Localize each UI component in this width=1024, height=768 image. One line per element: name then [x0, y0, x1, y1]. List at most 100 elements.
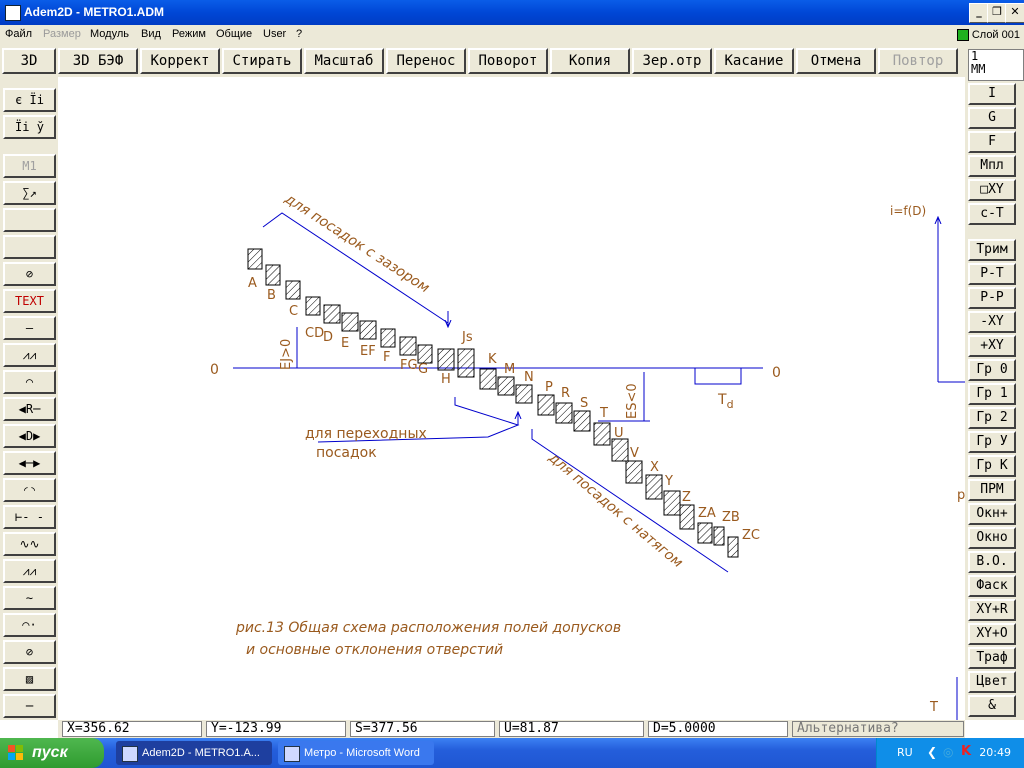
tool-axis[interactable]: ⊢- -: [3, 505, 56, 529]
deviation-letter: F: [383, 350, 390, 365]
tray-antivirus-icon[interactable]: K: [961, 744, 971, 759]
tool-sum-arrow[interactable]: ∑↗: [3, 181, 56, 205]
tolerance-field: [285, 280, 301, 300]
maximize-button[interactable]: ❐: [987, 3, 1007, 23]
deviation-letter: U: [614, 426, 624, 441]
tool-m1[interactable]: М1: [3, 154, 56, 178]
menu-user[interactable]: User: [263, 28, 286, 40]
tool-line[interactable]: —: [3, 316, 56, 340]
menu-help[interactable]: ?: [296, 28, 302, 40]
rtool-plus-xy[interactable]: +XY: [968, 335, 1016, 357]
tool-blank-1[interactable]: [3, 208, 56, 232]
rtool-color[interactable]: Цвет: [968, 671, 1016, 693]
btn-move[interactable]: Перенос: [386, 48, 466, 74]
menu-mode[interactable]: Режим: [172, 28, 206, 40]
tray-network-icon[interactable]: ◎: [943, 745, 953, 759]
btn-correct[interactable]: Коррект: [140, 48, 220, 74]
tool-rect-hatch[interactable]: ▨: [3, 667, 56, 691]
app-icon[interactable]: [5, 5, 21, 21]
tool-angle-dim[interactable]: ◜◝: [3, 478, 56, 502]
btn-mirror[interactable]: Зер.отр: [632, 48, 712, 74]
menu-size[interactable]: Размер: [43, 28, 81, 40]
rtool-i[interactable]: I: [968, 83, 1016, 105]
tool-wave[interactable]: ∿∿: [3, 532, 56, 556]
close-button[interactable]: ✕: [1005, 3, 1024, 23]
rtool-window[interactable]: Окно: [968, 527, 1016, 549]
rtool-gr-k[interactable]: Гр К: [968, 455, 1016, 477]
rtool-vo[interactable]: В.О.: [968, 551, 1016, 573]
rtool-r-r[interactable]: Р-Р: [968, 287, 1016, 309]
rtool-s-t[interactable]: с-Т: [968, 203, 1016, 225]
menu-general[interactable]: Общие: [216, 28, 252, 40]
arc-icon: ◠: [25, 375, 34, 389]
task-adem[interactable]: Adem2D - METRO1.A...: [116, 741, 272, 765]
tool-weld[interactable]: ⩘⩘: [3, 559, 56, 583]
tool-spline[interactable]: ∼: [3, 586, 56, 610]
deviation-letter: E: [341, 336, 349, 351]
btn-3d-bef[interactable]: 3D БЭФ: [58, 48, 138, 74]
btn-3d[interactable]: 3D: [2, 48, 56, 74]
menu-module[interactable]: Модуль: [90, 28, 129, 40]
btn-tangent[interactable]: Касание: [714, 48, 794, 74]
rtool-xy-r[interactable]: XY+R: [968, 599, 1016, 621]
rtool-f[interactable]: F: [968, 131, 1016, 153]
rtool-g[interactable]: G: [968, 107, 1016, 129]
deviation-letter: ZA: [698, 506, 716, 521]
btn-rotate[interactable]: Поворот: [468, 48, 548, 74]
btn-scale[interactable]: Масштаб: [304, 48, 384, 74]
windows-flag-icon: [8, 745, 23, 760]
rtool-trim[interactable]: Трим: [968, 239, 1016, 261]
menu-view[interactable]: Вид: [141, 28, 161, 40]
tool-rough[interactable]: ⩘⩘: [3, 343, 56, 367]
btn-erase[interactable]: Стирать: [222, 48, 302, 74]
btn-undo[interactable]: Отмена: [796, 48, 876, 74]
minimize-button[interactable]: _: [969, 3, 989, 23]
tool-radius-dim[interactable]: ◀R─: [3, 397, 56, 421]
rtool-minus-xy[interactable]: -XY: [968, 311, 1016, 333]
tool-hatch-circle[interactable]: ⊘: [3, 262, 56, 286]
deviation-letter: M: [504, 362, 515, 377]
tray-back-icon[interactable]: ❮: [927, 745, 937, 759]
rtool-prm[interactable]: ПРМ: [968, 479, 1016, 501]
unit-box[interactable]: 1 ММ: [968, 49, 1024, 81]
tool-circle-hatch[interactable]: ⊘: [3, 640, 56, 664]
rtool-gr-0[interactable]: Гр 0: [968, 359, 1016, 381]
rtool-xy-o[interactable]: XY+O: [968, 623, 1016, 645]
rtool-traf[interactable]: Траф: [968, 647, 1016, 669]
tool-font-1[interactable]: є Їі: [3, 88, 56, 112]
left-tool-panel: є Їі Їі ў М1 ∑↗ ⊘ TEXT — ⩘⩘ ◠ ◀R─ ◀D▶ ◀─…: [0, 77, 58, 720]
btn-redo[interactable]: Повтор: [878, 48, 958, 74]
tool-hline[interactable]: ─: [3, 694, 56, 718]
title-bar: Adem2D - METRO1.ADM _ ❐ ✕: [0, 0, 1024, 25]
unit-label: ММ: [971, 62, 986, 76]
rtool-gr-1[interactable]: Гр 1: [968, 383, 1016, 405]
unit-value: 1: [971, 49, 979, 63]
layer-indicator[interactable]: Слой 001: [956, 27, 1020, 43]
language-indicator[interactable]: RU: [897, 746, 913, 759]
status-x: X=356.62: [62, 721, 202, 737]
rtool-gr-2[interactable]: Гр 2: [968, 407, 1016, 429]
start-button[interactable]: пуск: [0, 738, 104, 768]
tool-font-2[interactable]: Їі ў: [3, 115, 56, 139]
rtool-mpl[interactable]: Мпл: [968, 155, 1016, 177]
tool-linear-dim[interactable]: ◀─▶: [3, 451, 56, 475]
rtool-gr-u[interactable]: Гр У: [968, 431, 1016, 453]
tool-diameter-dim[interactable]: ◀D▶: [3, 424, 56, 448]
menu-file[interactable]: Файл: [5, 28, 32, 40]
deviation-letter: B: [267, 288, 276, 303]
rtool-box-xy[interactable]: □XY: [968, 179, 1016, 201]
drawing-canvas[interactable]: 0 0 A B C CD D E EF F FG G H Js K M N P R S T U V X Y Z ZA ZB ZC д…: [58, 77, 965, 720]
func-label: i=f(D): [890, 204, 926, 218]
wave-icon: ∿∿: [19, 537, 40, 551]
tool-blank-2[interactable]: [3, 235, 56, 259]
layer-label: Слой 001: [971, 29, 1020, 41]
btn-copy[interactable]: Копия: [550, 48, 630, 74]
tool-arc-center[interactable]: ◠·: [3, 613, 56, 637]
rtool-r-t[interactable]: Р-Т: [968, 263, 1016, 285]
rtool-and[interactable]: &: [968, 695, 1016, 717]
task-word[interactable]: Метро - Microsoft Word: [278, 741, 434, 765]
tool-arc[interactable]: ◠: [3, 370, 56, 394]
rtool-chamfer[interactable]: Фаск: [968, 575, 1016, 597]
tool-text[interactable]: TEXT: [3, 289, 56, 313]
rtool-window-plus[interactable]: Окн+: [968, 503, 1016, 525]
